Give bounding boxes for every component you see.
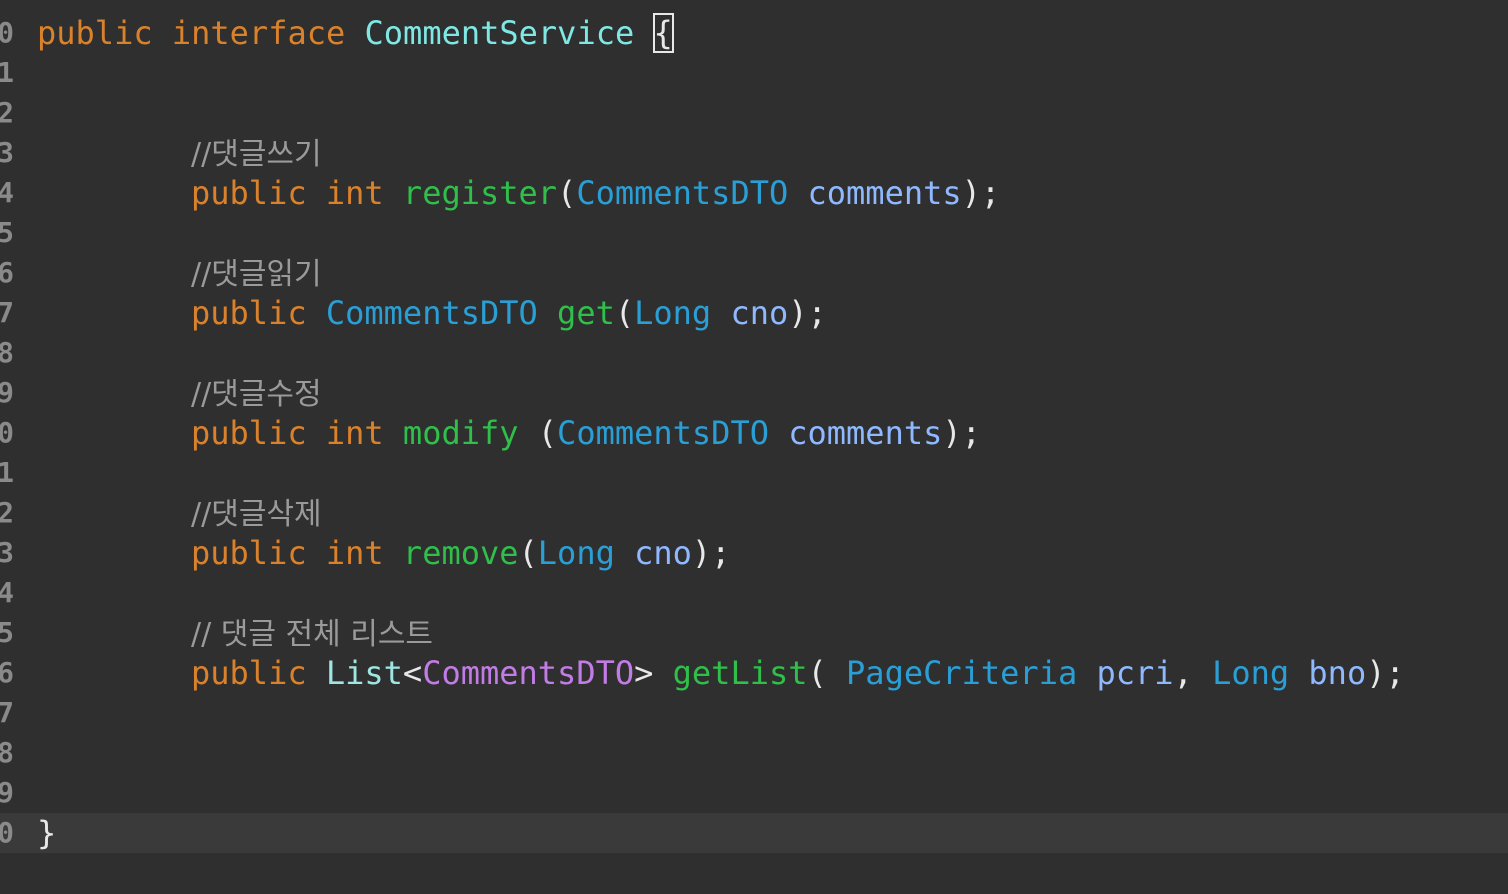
param-name: cno — [634, 534, 692, 572]
param-type: Long — [634, 294, 712, 332]
code-line[interactable]: public CommentsDTO get(Long cno); — [37, 293, 1508, 333]
code-line[interactable]: //댓글수정 — [37, 373, 1508, 413]
line-number: 5 — [0, 216, 14, 249]
code-line[interactable]: // 댓글 전체 리스트 — [37, 613, 1508, 653]
line-number: 0 — [0, 16, 14, 49]
code-line[interactable] — [37, 53, 1508, 93]
method-name: register — [402, 174, 558, 212]
code-area[interactable]: public interface CommentService { //댓글쓰기… — [37, 13, 1508, 853]
keyword: interface — [171, 14, 346, 52]
param-type: Long — [1212, 654, 1290, 692]
interface-name: CommentService — [364, 14, 635, 52]
line-number: 9 — [0, 776, 14, 809]
param-name: cno — [730, 294, 789, 332]
code-line[interactable] — [37, 693, 1508, 733]
method-name: remove — [402, 534, 519, 572]
code-line[interactable] — [37, 333, 1508, 373]
return-type: List — [325, 654, 403, 692]
comma: , — [1173, 654, 1193, 692]
return-type: int — [325, 414, 384, 452]
code-line[interactable] — [37, 453, 1508, 493]
paren: ); — [691, 534, 731, 572]
line-number-gutter: 0 1 2 3 4 5 6 7 8 9 0 1 2 3 4 5 6 7 8 9 … — [0, 13, 14, 853]
opening-brace: { — [652, 13, 674, 53]
line-number: 7 — [0, 296, 14, 329]
closing-brace: } — [37, 814, 57, 852]
line-number: 0 — [0, 816, 14, 849]
param-name: pcri — [1096, 654, 1174, 692]
code-line[interactable]: //댓글삭제 — [37, 493, 1508, 533]
comment: //댓글쓰기 — [191, 137, 322, 172]
method-name: get — [557, 294, 615, 332]
code-line[interactable]: //댓글쓰기 — [37, 133, 1508, 173]
generic-type: CommentsDTO — [422, 654, 635, 692]
method-name: modify — [402, 414, 519, 452]
return-type: int — [325, 534, 384, 572]
code-line[interactable]: public int remove(Long cno); — [37, 533, 1508, 573]
keyword: public — [191, 414, 307, 452]
keyword: public — [191, 174, 307, 212]
line-number: 6 — [0, 256, 14, 289]
code-line[interactable]: //댓글읽기 — [37, 253, 1508, 293]
param-type: CommentsDTO — [576, 174, 789, 212]
keyword: public — [191, 654, 307, 692]
code-line[interactable]: public int register(CommentsDTO comments… — [37, 173, 1508, 213]
comment: //댓글삭제 — [191, 497, 322, 532]
line-number: 4 — [0, 576, 14, 609]
param-type: CommentsDTO — [557, 414, 769, 452]
paren: ); — [961, 174, 1001, 212]
param-name: bno — [1308, 654, 1367, 692]
angle-bracket: < — [402, 654, 423, 692]
keyword: public — [191, 294, 307, 332]
code-line[interactable]: public interface CommentService { — [37, 13, 1508, 53]
paren: ( — [557, 174, 577, 212]
code-line[interactable] — [37, 213, 1508, 253]
code-editor[interactable]: 0 1 2 3 4 5 6 7 8 9 0 1 2 3 4 5 6 7 8 9 … — [0, 0, 1508, 894]
line-number: 3 — [0, 536, 14, 569]
line-number: 8 — [0, 736, 14, 769]
comment: //댓글수정 — [191, 377, 322, 412]
angle-bracket: > — [634, 654, 654, 692]
line-number: 7 — [0, 696, 14, 729]
keyword: public — [191, 534, 307, 572]
method-name: getList — [672, 654, 808, 692]
line-number: 0 — [0, 416, 14, 449]
param-name: comments — [788, 414, 943, 452]
code-line-current[interactable]: } — [37, 813, 1508, 853]
paren: ( — [614, 294, 635, 332]
line-number: 9 — [0, 376, 14, 409]
code-line[interactable] — [37, 733, 1508, 773]
code-line[interactable] — [37, 573, 1508, 613]
return-type: int — [325, 174, 384, 212]
param-type: Long — [537, 534, 615, 572]
paren: ( — [537, 414, 558, 452]
comment: //댓글읽기 — [191, 257, 322, 292]
keyword: public — [37, 14, 153, 52]
comment: // 댓글 전체 리스트 — [191, 617, 434, 652]
paren: ); — [788, 294, 827, 332]
code-line[interactable]: public List<CommentsDTO> getList( PageCr… — [37, 653, 1508, 693]
line-number: 3 — [0, 136, 14, 169]
line-number: 6 — [0, 656, 14, 689]
paren: ( — [807, 654, 827, 692]
line-number: 4 — [0, 176, 14, 209]
line-number: 8 — [0, 336, 14, 369]
line-number: 1 — [0, 456, 14, 489]
paren: ); — [1366, 654, 1405, 692]
param-name: comments — [807, 174, 962, 212]
line-number: 2 — [0, 96, 14, 129]
code-line[interactable] — [37, 93, 1508, 133]
line-number: 5 — [0, 616, 14, 649]
param-type: PageCriteria — [846, 654, 1078, 692]
code-line[interactable]: public int modify (CommentsDTO comments)… — [37, 413, 1508, 453]
return-type: CommentsDTO — [325, 294, 538, 332]
paren: ); — [942, 414, 981, 452]
paren: ( — [518, 534, 538, 572]
code-line[interactable] — [37, 773, 1508, 813]
line-number: 2 — [0, 496, 14, 529]
line-number: 1 — [0, 56, 14, 89]
